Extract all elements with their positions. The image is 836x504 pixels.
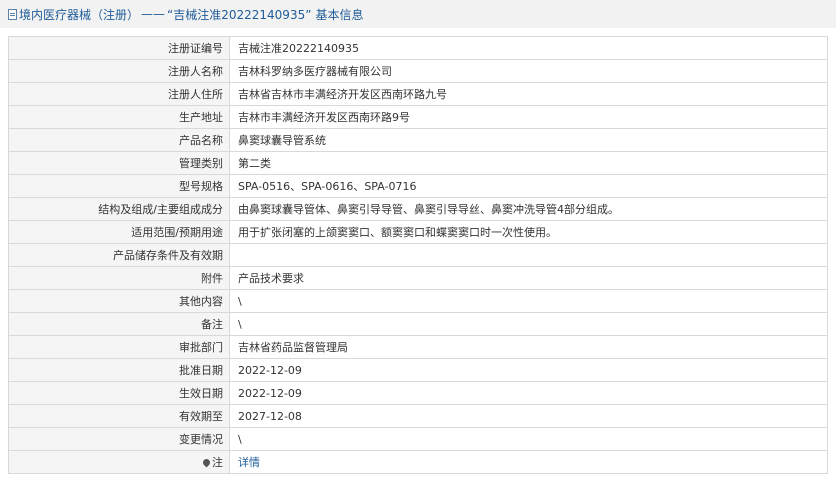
table-row: 注册人名称 吉林科罗纳多医疗器械有限公司 [8,59,828,83]
row-value: 2022-12-09 [229,381,828,405]
row-label: 有效期至 [8,404,230,428]
row-value: SPA-0516、SPA-0616、SPA-0716 [229,174,828,198]
row-label: 其他内容 [8,289,230,313]
header-dash: —— [141,7,166,21]
row-label: 审批部门 [8,335,230,359]
table-row: 注 详情 [8,450,828,474]
row-label: 适用范围/预期用途 [8,220,230,244]
row-label: 管理类别 [8,151,230,175]
row-value: 2027-12-08 [229,404,828,428]
row-value: 吉械注准20222140935 [229,36,828,60]
header-suffix: 基本信息 [315,7,364,22]
row-value: 吉林科罗纳多医疗器械有限公司 [229,59,828,83]
table-row: 适用范围/预期用途 用于扩张闭塞的上颌窦窦口、额窦窦口和蝶窦窦口时一次性使用。 [8,220,828,244]
row-value: 产品技术要求 [229,266,828,290]
table-row: 产品储存条件及有效期 [8,243,828,267]
table-row: 生产地址 吉林市丰满经济开发区西南环路9号 [8,105,828,129]
row-value: 鼻窦球囊导管系统 [229,128,828,152]
row-value: 用于扩张闭塞的上颌窦窦口、额窦窦口和蝶窦窦口时一次性使用。 [229,220,828,244]
table-row: 备注 \ [8,312,828,336]
row-label: 生效日期 [8,381,230,405]
header-section: 境内医疗器械（注册） [19,7,140,22]
row-label: 批准日期 [8,358,230,382]
row-label: 备注 [8,312,230,336]
note-value-cell: 详情 [229,450,828,474]
row-label: 型号规格 [8,174,230,198]
row-label: 生产地址 [8,105,230,129]
pin-icon [201,457,212,467]
row-label: 注册证编号 [8,36,230,60]
row-value: 2022-12-09 [229,358,828,382]
details-link[interactable]: 详情 [238,456,260,469]
row-label: 附件 [8,266,230,290]
table-row: 其他内容 \ [8,289,828,313]
row-label: 注册人名称 [8,59,230,83]
row-label: 变更情况 [8,427,230,451]
table-row: 变更情况 \ [8,427,828,451]
row-label: 结构及组成/主要组成成分 [8,197,230,221]
table-row: 管理类别 第二类 [8,151,828,175]
header-record-title: “吉械注准20222140935” [167,7,312,22]
row-value: 吉林省药品监督管理局 [229,335,828,359]
page-header: 境内医疗器械（注册） —— “吉械注准20222140935” 基本信息 [0,0,836,28]
row-value: \ [229,312,828,336]
document-icon [8,8,17,20]
row-value: \ [229,289,828,313]
row-value: 吉林省吉林市丰满经济开发区西南环路九号 [229,82,828,106]
note-label-text: 注 [212,456,223,469]
row-value: 吉林市丰满经济开发区西南环路9号 [229,105,828,129]
info-table: 注册证编号 吉械注准20222140935 注册人名称 吉林科罗纳多医疗器械有限… [8,36,828,474]
table-row: 批准日期 2022-12-09 [8,358,828,382]
row-label: 注册人住所 [8,82,230,106]
table-row: 生效日期 2022-12-09 [8,381,828,405]
row-label: 产品储存条件及有效期 [8,243,230,267]
row-value: \ [229,427,828,451]
table-row: 产品名称 鼻窦球囊导管系统 [8,128,828,152]
row-value [229,243,828,267]
note-label: 注 [201,454,223,470]
table-row: 附件 产品技术要求 [8,266,828,290]
row-value: 第二类 [229,151,828,175]
table-row: 审批部门 吉林省药品监督管理局 [8,335,828,359]
note-label-cell: 注 [8,450,230,474]
table-row: 型号规格 SPA-0516、SPA-0616、SPA-0716 [8,174,828,198]
table-row: 注册证编号 吉械注准20222140935 [8,36,828,60]
table-row: 结构及组成/主要组成成分 由鼻窦球囊导管体、鼻窦引导导管、鼻窦引导导丝、鼻窦冲洗… [8,197,828,221]
table-row: 注册人住所 吉林省吉林市丰满经济开发区西南环路九号 [8,82,828,106]
table-row: 有效期至 2027-12-08 [8,404,828,428]
row-label: 产品名称 [8,128,230,152]
row-value: 由鼻窦球囊导管体、鼻窦引导导管、鼻窦引导导丝、鼻窦冲洗导管4部分组成。 [229,197,828,221]
